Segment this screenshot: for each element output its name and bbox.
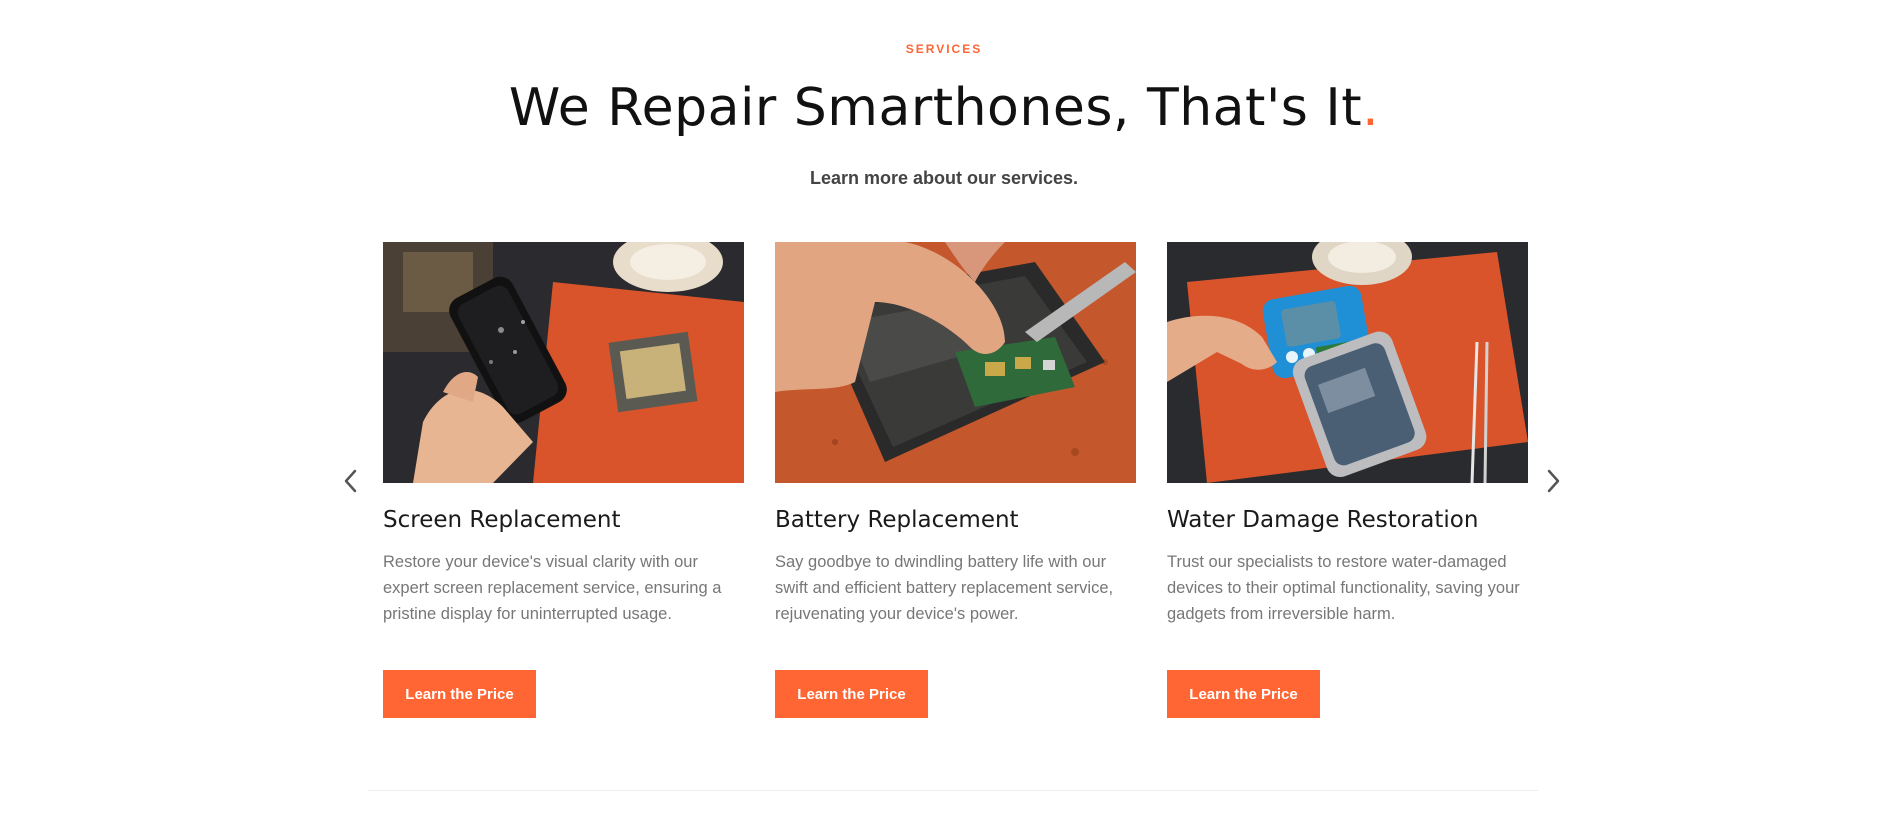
- carousel-next-button[interactable]: [1538, 466, 1568, 496]
- section-eyebrow: SERVICES: [905, 42, 983, 56]
- service-image-screen: [383, 242, 744, 483]
- learn-price-button-screen[interactable]: Learn the Price: [383, 670, 536, 718]
- carousel-prev-button[interactable]: [336, 466, 366, 496]
- service-card-water-damage: Water Damage Restoration Trust our speci…: [1167, 242, 1528, 718]
- services-section: SERVICES We Repair Smarthones, That's It…: [0, 0, 1888, 827]
- service-image-water: [1167, 242, 1528, 483]
- section-title-text: We Repair Smarthones, That's It: [508, 78, 1363, 138]
- learn-price-button-water[interactable]: Learn the Price: [1167, 670, 1320, 718]
- service-image-battery: [775, 242, 1136, 483]
- service-card-battery-replacement: Battery Replacement Say goodbye to dwind…: [775, 242, 1136, 718]
- service-card-title: Water Damage Restoration: [1167, 507, 1479, 533]
- chevron-left-icon: [344, 469, 357, 493]
- service-card-description: Restore your device's visual clarity wit…: [383, 553, 722, 623]
- learn-price-button-battery[interactable]: Learn the Price: [775, 670, 928, 718]
- section-title-dot: .: [1362, 78, 1380, 138]
- service-card-screen-replacement: Screen Replacement Restore your device's…: [383, 242, 744, 718]
- section-divider: [368, 790, 1538, 791]
- section-subtitle: Learn more about our services.: [809, 168, 1079, 188]
- service-card-title: Battery Replacement: [775, 507, 1019, 533]
- service-card-description: Trust our specialists to restore water-d…: [1167, 553, 1520, 623]
- service-card-title: Screen Replacement: [383, 507, 621, 533]
- section-title: We Repair Smarthones, That's It.: [0, 76, 1888, 140]
- chevron-right-icon: [1547, 469, 1560, 493]
- service-card-description: Say goodbye to dwindling battery life wi…: [775, 553, 1114, 623]
